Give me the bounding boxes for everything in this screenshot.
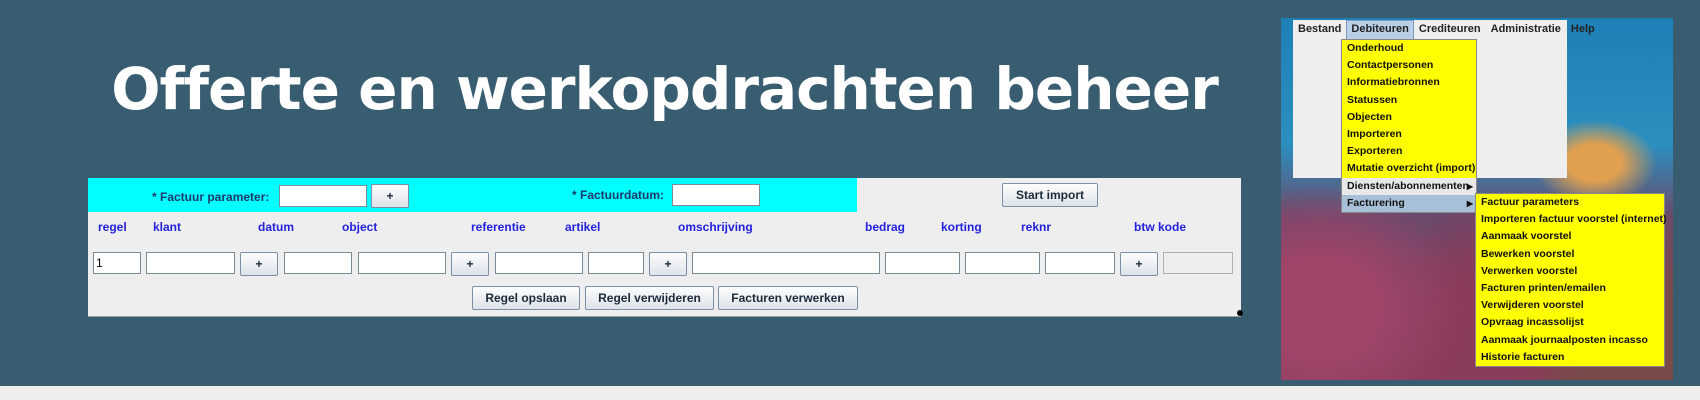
facturen-verwerken-button[interactable]: Facturen verwerken xyxy=(718,286,858,310)
submenu-item-bewerken-voorstel[interactable]: Bewerken voorstel xyxy=(1476,246,1664,263)
menu-item-diensten[interactable]: Diensten/abonnementen ▶ xyxy=(1342,177,1476,195)
invoice-form-panel: * Factuur parameter: + * Factuurdatum: S… xyxy=(88,178,1243,317)
btw-add-button[interactable]: + xyxy=(1120,252,1158,276)
menu-item-statussen[interactable]: Statussen xyxy=(1342,92,1476,109)
menu-item-informatiebronnen[interactable]: Informatiebronnen xyxy=(1342,74,1476,91)
submenu-item-aanmaak-voorstel[interactable]: Aanmaak voorstel xyxy=(1476,228,1664,245)
col-artikel: artikel xyxy=(565,220,601,234)
resize-handle[interactable] xyxy=(1237,310,1243,316)
klant-input[interactable] xyxy=(146,252,235,274)
menu-item-diensten-label: Diensten/abonnementen xyxy=(1347,179,1469,192)
menu-bestand[interactable]: Bestand xyxy=(1293,20,1346,40)
facturering-submenu: Factuur parameters Importeren factuur vo… xyxy=(1475,193,1667,367)
factuur-parameter-input[interactable] xyxy=(279,185,367,207)
factuurdatum-input[interactable] xyxy=(672,184,760,206)
submenu-item-facturen-printen[interactable]: Facturen printen/emailen xyxy=(1476,280,1664,297)
korting-input[interactable] xyxy=(965,252,1040,274)
reknr-input[interactable] xyxy=(1045,252,1115,274)
submenu-arrow-icon: ▶ xyxy=(1466,181,1473,191)
menu-crediteuren[interactable]: Crediteuren xyxy=(1414,20,1486,40)
page-title: Offerte en werkopdrachten beheer xyxy=(111,55,1219,123)
col-regel: regel xyxy=(98,220,127,234)
regel-verwijderen-button[interactable]: Regel verwijderen xyxy=(585,286,714,310)
referentie-input[interactable] xyxy=(495,252,583,274)
col-btw-kode: btw kode xyxy=(1134,220,1187,234)
omschrijving-input[interactable] xyxy=(692,252,880,274)
submenu-arrow-icon: ▶ xyxy=(1466,198,1473,208)
submenu-item-verwerken-voorstel[interactable]: Verwerken voorstel xyxy=(1476,263,1664,280)
regel-input[interactable] xyxy=(93,252,141,274)
col-reknr: reknr xyxy=(1021,220,1052,234)
col-object: object xyxy=(342,220,378,234)
menu-item-onderhoud[interactable]: Onderhoud xyxy=(1342,40,1476,57)
menu-item-exporteren[interactable]: Exporteren xyxy=(1342,143,1476,160)
factuur-parameter-label: * Factuur parameter: xyxy=(152,190,270,204)
col-referentie: referentie xyxy=(471,220,526,234)
submenu-item-factuur-parameters[interactable]: Factuur parameters xyxy=(1476,194,1664,211)
submenu-item-opvraag-incassolijst[interactable]: Opvraag incassolijst xyxy=(1476,314,1664,331)
artikel-input[interactable] xyxy=(588,252,644,274)
menu-item-facturering-label: Facturering xyxy=(1347,196,1405,209)
col-korting: korting xyxy=(941,220,982,234)
menu-debiteuren[interactable]: Debiteuren xyxy=(1346,20,1414,40)
object-input[interactable] xyxy=(358,252,446,274)
menu-help[interactable]: Help xyxy=(1566,20,1600,40)
submenu-item-aanmaak-journaalposten[interactable]: Aanmaak journaalposten incasso xyxy=(1476,332,1664,349)
klant-add-button[interactable]: + xyxy=(240,252,278,276)
menu-administratie[interactable]: Administratie xyxy=(1486,20,1566,40)
menu-item-importeren[interactable]: Importeren xyxy=(1342,126,1476,143)
submenu-item-historie-facturen[interactable]: Historie facturen xyxy=(1476,349,1664,366)
debiteuren-dropdown: Onderhoud Contactpersonen Informatiebron… xyxy=(1341,39,1477,213)
start-import-button[interactable]: Start import xyxy=(1002,183,1098,207)
btw-kode-input[interactable] xyxy=(1163,252,1233,274)
col-klant: klant xyxy=(153,220,182,234)
menu-screenshot: Bestand Debiteuren Crediteuren Administr… xyxy=(1281,18,1673,380)
menu-item-facturering[interactable]: Facturering ▶ xyxy=(1342,194,1476,212)
artikel-add-button[interactable]: + xyxy=(649,252,687,276)
menu-item-contactpersonen[interactable]: Contactpersonen xyxy=(1342,57,1476,74)
datum-input[interactable] xyxy=(284,252,352,274)
col-datum: datum xyxy=(258,220,294,234)
submenu-item-verwijderen-voorstel[interactable]: Verwijderen voorstel xyxy=(1476,297,1664,314)
factuur-parameter-add-button[interactable]: + xyxy=(371,184,409,208)
submenu-item-importeren-factuur-voorstel[interactable]: Importeren factuur voorstel (internet) xyxy=(1476,211,1667,228)
menu-item-objecten[interactable]: Objecten xyxy=(1342,109,1476,126)
bedrag-input[interactable] xyxy=(885,252,960,274)
col-bedrag: bedrag xyxy=(865,220,906,234)
factuurdatum-label: * Factuurdatum: xyxy=(572,188,665,202)
object-add-button[interactable]: + xyxy=(451,252,489,276)
regel-opslaan-button[interactable]: Regel opslaan xyxy=(472,286,580,310)
col-omschrijving: omschrijving xyxy=(678,220,753,234)
menu-bar: Bestand Debiteuren Crediteuren Administr… xyxy=(1293,20,1595,40)
menu-item-mutatie-overzicht[interactable]: Mutatie overzicht (import) xyxy=(1342,160,1476,177)
